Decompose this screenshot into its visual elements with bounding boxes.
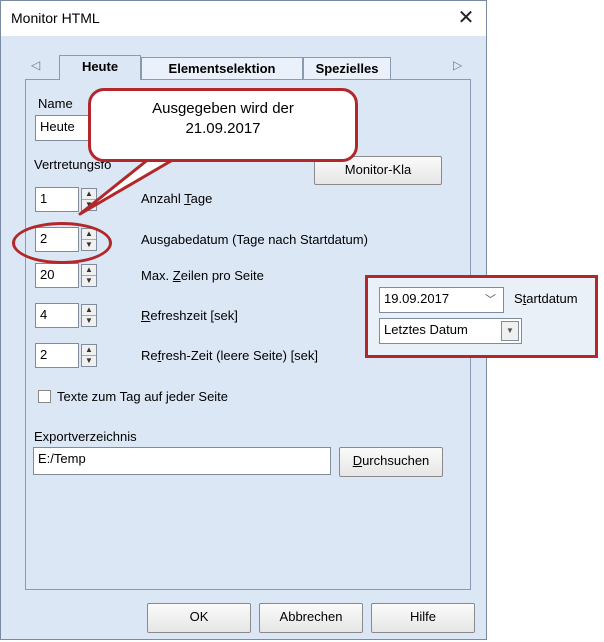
tab-heute[interactable]: Heute <box>59 55 141 80</box>
annotation-callout: Ausgegeben wird der 21.09.2017 <box>88 88 358 162</box>
refresh-zeit-leer-spinner[interactable]: ▲ ▼ <box>81 344 97 367</box>
spin-down-icon[interactable]: ▼ <box>82 276 96 287</box>
name-input[interactable]: Heute <box>35 115 95 141</box>
texte-zum-tag-label: Texte zum Tag auf jeder Seite <box>57 389 229 404</box>
durchsuchen-button[interactable]: Durchsuchen <box>339 447 443 477</box>
spin-up-icon[interactable]: ▲ <box>82 305 96 316</box>
refreshzeit-spinner[interactable]: ▲ ▼ <box>81 304 97 327</box>
exportverzeichnis-label: Exportverzeichnis <box>34 429 137 444</box>
window-title: Monitor HTML <box>11 10 100 26</box>
tab-scroll-left-icon[interactable]: ◁ <box>31 58 40 72</box>
spin-down-icon[interactable]: ▼ <box>82 200 96 211</box>
texte-zum-tag-checkbox[interactable] <box>38 390 51 403</box>
ausgabedatum-highlight-ring <box>12 222 112 264</box>
anzahl-tage-input[interactable]: 1 <box>35 187 79 212</box>
spin-up-icon[interactable]: ▲ <box>82 265 96 276</box>
max-zeilen-label: Max. Zeilen pro Seite <box>141 268 264 283</box>
startdatum-inset: 19.09.2017 ﹀ Startdatum Letztes Datum ▼ <box>365 275 598 358</box>
tab-elementselektion[interactable]: Elementselektion <box>141 57 303 79</box>
tab-scroll-right-icon[interactable]: ▷ <box>453 58 462 72</box>
spin-up-icon[interactable]: ▲ <box>82 345 96 356</box>
refreshzeit-label: Refreshzeit [sek] <box>141 308 238 323</box>
title-bar: Monitor HTML ✕ <box>1 1 486 36</box>
select-dropdown-arrow-icon[interactable]: ▼ <box>501 321 519 341</box>
refresh-zeit-leer-input[interactable]: 2 <box>35 343 79 368</box>
tab-spezielles[interactable]: Spezielles <box>303 57 391 79</box>
spin-down-icon[interactable]: ▼ <box>82 356 96 367</box>
name-label: Name <box>38 96 73 111</box>
callout-line-1: Ausgegeben wird der <box>152 100 294 117</box>
startdatum-label: Startdatum <box>514 291 578 306</box>
spin-down-icon[interactable]: ▼ <box>82 316 96 327</box>
max-zeilen-input[interactable]: 20 <box>35 263 79 288</box>
ausgabedatum-label: Ausgabedatum (Tage nach Startdatum) <box>141 232 368 247</box>
refreshzeit-input[interactable]: 4 <box>35 303 79 328</box>
callout-text: Ausgegeben wird der 21.09.2017 <box>91 99 355 139</box>
abbrechen-button[interactable]: Abbrechen <box>259 603 363 633</box>
exportverzeichnis-input[interactable]: E:/Temp <box>33 447 331 475</box>
ok-button[interactable]: OK <box>147 603 251 633</box>
close-icon[interactable]: ✕ <box>453 5 479 31</box>
refresh-zeit-leer-label: Refresh-Zeit (leere Seite) [sek] <box>141 348 319 363</box>
anzahl-tage-spinner[interactable]: ▲ ▼ <box>81 188 97 211</box>
max-zeilen-spinner[interactable]: ▲ ▼ <box>81 264 97 287</box>
callout-line-2: 21.09.2017 <box>185 120 261 137</box>
hilfe-button[interactable]: Hilfe <box>371 603 475 633</box>
anzahl-tage-label: Anzahl Tage <box>141 191 213 206</box>
spin-up-icon[interactable]: ▲ <box>82 189 96 200</box>
date-dropdown-chevron-icon[interactable]: ﹀ <box>485 291 496 307</box>
